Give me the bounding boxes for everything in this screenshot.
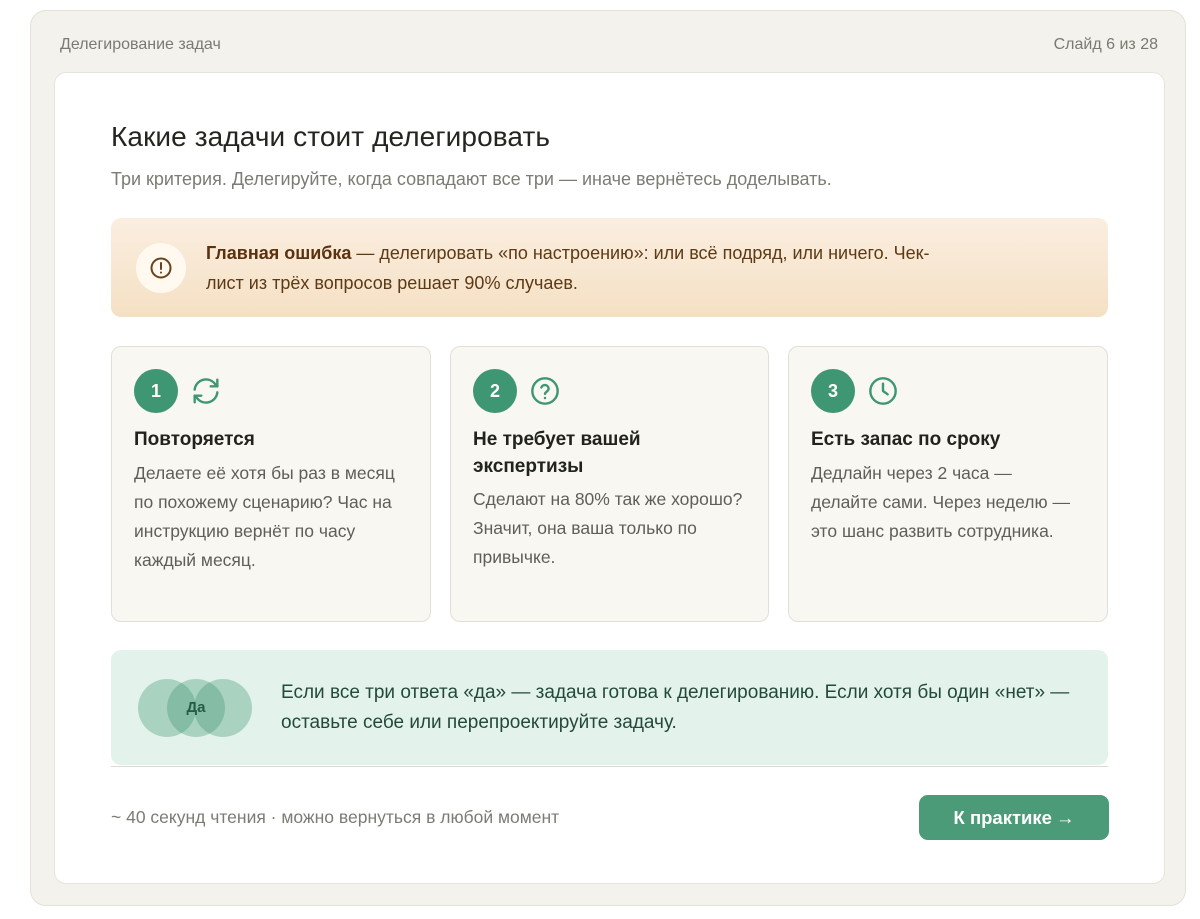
question-circle-icon — [531, 377, 559, 405]
criterion-card-no-expertise: 2 Не требует вашей экспертизы Сделают на… — [450, 346, 769, 622]
callout-bold: Главная ошибка — [206, 243, 352, 263]
criterion-number: 1 — [134, 369, 178, 413]
refresh-icon — [193, 378, 219, 404]
callout-text: Главная ошибка — делегировать «по настро… — [206, 238, 1066, 298]
to-practice-button[interactable]: К практике → — [919, 795, 1109, 840]
slide-card: Какие задачи стоит делегировать Три крит… — [54, 72, 1165, 884]
arrow-right-icon: → — [1055, 807, 1075, 828]
criterion-title: Не требует вашей экспертизы — [473, 429, 641, 477]
key-mistake-callout: Главная ошибка — делегировать «по настро… — [111, 218, 1108, 317]
section-title: Делегирование задач — [60, 36, 221, 53]
criterion-title: Есть запас по сроку — [811, 429, 1001, 450]
criterion-card-repeats: 1 Повторяется Делаете её хотя бы раз в м… — [111, 346, 431, 622]
callout-line-2: лист из трёх вопросов решает 90% случаев… — [206, 273, 578, 293]
criterion-number: 2 — [473, 369, 517, 413]
reading-time-note: ~ 40 секунд чтения · можно вернуться в л… — [111, 807, 560, 827]
summary-callout: Да Если все три ответа «да» — задача гот… — [111, 650, 1108, 765]
alert-circle-icon — [136, 243, 186, 293]
criterion-title: Повторяется — [134, 429, 255, 450]
criterion-description: Делаете её хотя бы раз в месяц по похоже… — [134, 463, 395, 570]
page-title: Какие задачи стоит делегировать — [111, 121, 551, 152]
summary-text: Если все три ответа «да» — задача готова… — [281, 682, 1070, 733]
venn-diagram-icon: Да — [138, 679, 254, 739]
callout-line-1: — делегировать «по настроению»: или всё … — [351, 243, 930, 263]
criterion-description: Дедлайн через 2 часа — делайте сами. Чер… — [811, 463, 1070, 541]
button-label: К практике — [953, 807, 1052, 828]
clock-icon — [869, 377, 897, 405]
divider — [111, 766, 1108, 767]
page-subtitle: Три критерия. Делегируйте, когда совпада… — [111, 169, 832, 189]
criterion-number: 3 — [811, 369, 855, 413]
criterion-description: Сделают на 80% так же хорошо? Значит, он… — [473, 489, 743, 567]
venn-label: Да — [186, 699, 206, 716]
slide-frame: Делегирование задач Слайд 6 из 28 Какие … — [30, 10, 1186, 906]
criterion-card-deadline: 3 Есть запас по сроку Дедлайн через 2 ча… — [788, 346, 1108, 622]
slide-counter: Слайд 6 из 28 — [1053, 36, 1158, 53]
